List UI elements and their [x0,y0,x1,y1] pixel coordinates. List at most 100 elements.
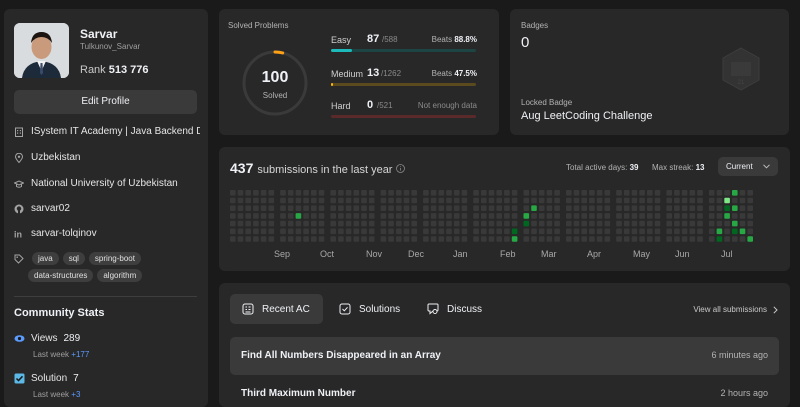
heatmap-cell[interactable] [523,205,530,211]
heatmap-cell[interactable] [430,197,437,204]
heatmap-cell[interactable] [361,213,367,219]
heatmap-cell[interactable] [461,220,468,227]
heatmap-cell[interactable] [330,220,336,227]
heatmap-cell[interactable] [368,205,375,211]
tag-item[interactable]: java [32,252,59,265]
submission-title[interactable]: Third Maximum Number [241,388,355,399]
heatmap-cell[interactable] [345,197,352,204]
heatmap-cell[interactable] [647,205,653,211]
heatmap-cell[interactable] [566,236,572,242]
heatmap-cell[interactable] [245,197,251,204]
heatmap-cell[interactable] [631,197,638,204]
heatmap-cell[interactable] [473,228,479,235]
heatmap-cell[interactable] [554,228,560,235]
heatmap-cell[interactable] [388,205,394,211]
heatmap-cell[interactable] [604,220,611,227]
heatmap-cell[interactable] [589,213,595,219]
heatmap-cell[interactable] [245,205,251,211]
avatar[interactable] [14,23,69,78]
heatmap-cell[interactable] [481,213,487,219]
heatmap-cell[interactable] [430,220,437,227]
heatmap-cell[interactable] [566,190,572,196]
heatmap-cell[interactable] [461,205,468,211]
heatmap-cell[interactable] [338,197,344,204]
heatmap-cell[interactable] [361,236,367,242]
heatmap-cell[interactable] [589,205,595,211]
heatmap-cell[interactable] [311,220,317,227]
heatmap-cell[interactable] [260,205,267,211]
heatmap-cell[interactable] [318,228,325,235]
heatmap-cell[interactable] [639,205,645,211]
heatmap-cell[interactable] [438,190,445,196]
heatmap-cell[interactable] [716,213,723,219]
heatmap-cell[interactable] [396,236,402,242]
heatmap-cell[interactable] [697,205,703,211]
heatmap-cell[interactable] [697,236,703,242]
heatmap-cell[interactable] [488,228,495,235]
heatmap-cell[interactable] [631,220,638,227]
heatmap-cell[interactable] [473,236,479,242]
heatmap-cell[interactable] [724,197,730,204]
heatmap-cell[interactable] [311,205,317,211]
heatmap-cell[interactable] [747,190,753,196]
heatmap-cell[interactable] [453,197,460,204]
heatmap-cell[interactable] [531,236,537,242]
heatmap-cell[interactable] [573,213,580,219]
heatmap-cell[interactable] [573,190,580,196]
heatmap-cell[interactable] [260,197,267,204]
heatmap-cell[interactable] [639,220,645,227]
heatmap-cell[interactable] [488,197,495,204]
heatmap-cell[interactable] [531,220,537,227]
heatmap-cell[interactable] [280,228,286,235]
heatmap-cell[interactable] [237,220,244,227]
heatmap-cell[interactable] [303,197,309,204]
heatmap-cell[interactable] [403,228,410,235]
heatmap-cell[interactable] [361,228,367,235]
heatmap-cell[interactable] [724,236,730,242]
heatmap-cell[interactable] [496,220,502,227]
heatmap-cell[interactable] [589,228,595,235]
heatmap-cell[interactable] [237,197,244,204]
heatmap-cell[interactable] [411,213,417,219]
heatmap-cell[interactable] [523,228,530,235]
heatmap-cell[interactable] [631,213,638,219]
heatmap-cell[interactable] [708,205,715,211]
heatmap-cell[interactable] [716,205,723,211]
heatmap-cell[interactable] [318,213,325,219]
heatmap-cell[interactable] [368,213,375,219]
heatmap-cell[interactable] [616,228,622,235]
heatmap-cell[interactable] [481,236,487,242]
heatmap-cell[interactable] [461,228,468,235]
heatmap-cell[interactable] [260,213,267,219]
heatmap-cell[interactable] [353,236,360,242]
heatmap-cell[interactable] [732,220,738,227]
heatmap-cell[interactable] [268,190,275,196]
heatmap-cell[interactable] [253,220,259,227]
heatmap-cell[interactable] [380,220,387,227]
heatmap-cell[interactable] [511,205,518,211]
heatmap-cell[interactable] [345,220,352,227]
heatmap-cell[interactable] [504,213,510,219]
heatmap-cell[interactable] [345,236,352,242]
heatmap-cell[interactable] [446,220,452,227]
info-linkedin-text[interactable]: sarvar-tolqinov [31,228,97,239]
heatmap-cell[interactable] [295,190,302,196]
heatmap-cell[interactable] [287,228,294,235]
heatmap-cell[interactable] [724,220,730,227]
heatmap-cell[interactable] [511,190,518,196]
heatmap-cell[interactable] [361,197,367,204]
heatmap-cell[interactable] [353,197,360,204]
heatmap-cell[interactable] [287,197,294,204]
heatmap-cell[interactable] [739,197,746,204]
heatmap-cell[interactable] [647,197,653,204]
heatmap-cell[interactable] [230,236,236,242]
heatmap-cell[interactable] [403,213,410,219]
heatmap-cell[interactable] [589,197,595,204]
heatmap-cell[interactable] [330,205,336,211]
submission-title[interactable]: Find All Numbers Disappeared in an Array [241,350,441,361]
heatmap-cell[interactable] [423,236,429,242]
heatmap-cell[interactable] [581,205,587,211]
heatmap-cell[interactable] [446,213,452,219]
heatmap-cell[interactable] [708,220,715,227]
heatmap-cell[interactable] [345,205,352,211]
